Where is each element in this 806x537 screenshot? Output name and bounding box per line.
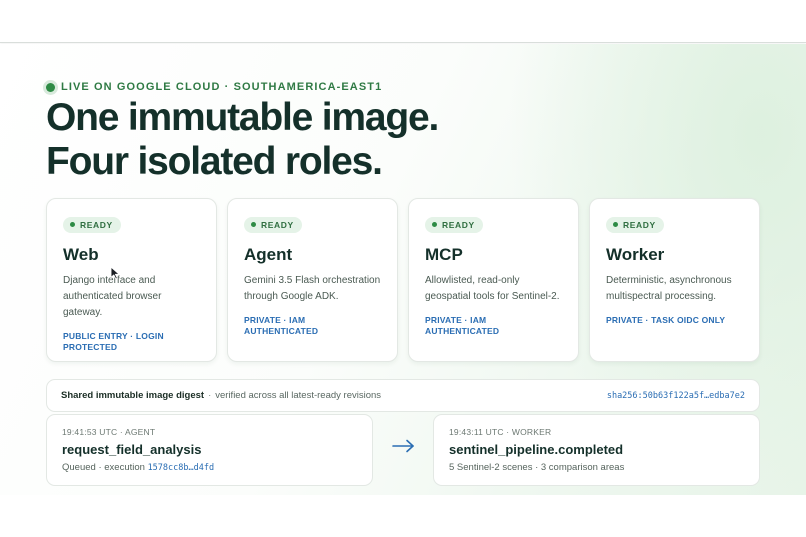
role-cards: READY Web Django interface and authentic…	[46, 198, 760, 362]
status-badge: READY	[606, 216, 664, 233]
headline-line-1: One immutable image.	[46, 96, 439, 139]
role-card-web[interactable]: READY Web Django interface and authentic…	[46, 198, 217, 362]
execution-id-link[interactable]: 1578cc8b…d4fd	[148, 463, 215, 473]
digest-separator: ·	[208, 390, 212, 401]
live-status-dot-icon	[46, 82, 55, 92]
status-badge: READY	[244, 216, 302, 233]
role-description: Gemini 3.5 Flash orchestration through G…	[244, 274, 381, 302]
event-name: request_field_analysis	[62, 442, 202, 457]
headline-line-2: Four isolated roles.	[46, 140, 383, 183]
status-badge-label: READY	[442, 219, 475, 230]
role-title: Worker	[606, 244, 665, 264]
role-title: Agent	[244, 244, 293, 264]
status-badge-label: READY	[623, 219, 656, 230]
digest-label: Shared immutable image digest	[61, 390, 205, 401]
deployment-region-label: LIVE ON GOOGLE CLOUD · SOUTHAMERICA-EAST…	[61, 81, 383, 93]
digest-note: verified across all latest-ready revisio…	[215, 390, 382, 401]
role-card-worker[interactable]: READY Worker Deterministic, asynchronous…	[589, 198, 760, 362]
worker-event-card[interactable]: 19:43:11 UTC · WORKER sentinel_pipeline.…	[433, 414, 760, 486]
role-access-label: PRIVATE · TASK OIDC ONLY	[606, 314, 726, 325]
status-badge: READY	[425, 216, 483, 233]
role-access-label: PRIVATE · IAM AUTHENTICATED	[244, 314, 319, 336]
top-navigation-bar	[0, 0, 806, 43]
role-card-mcp[interactable]: READY MCP Allowlisted, read-only geospat…	[408, 198, 579, 362]
ready-dot-icon	[251, 222, 256, 227]
agent-event-card[interactable]: 19:41:53 UTC · AGENT request_field_analy…	[46, 414, 373, 486]
digest-hash[interactable]: sha256:50b63f122a5f…edba7e2	[607, 391, 745, 401]
role-title: Web	[63, 244, 99, 264]
deployment-status: LIVE ON GOOGLE CLOUD · SOUTHAMERICA-EAST…	[46, 81, 382, 93]
role-description: Django interface and authenticated brows…	[63, 274, 162, 318]
status-badge-label: READY	[80, 219, 113, 230]
page-headline: One immutable image. Four isolated roles…	[46, 96, 439, 184]
event-detail: 5 Sentinel-2 scenes · 3 comparison areas	[449, 462, 625, 473]
event-name: sentinel_pipeline.completed	[449, 442, 624, 457]
ready-dot-icon	[613, 222, 618, 227]
event-detail-status: Queued · execution	[62, 462, 145, 473]
event-meta: 19:41:53 UTC · AGENT	[62, 427, 156, 437]
mouse-cursor-icon	[110, 266, 120, 280]
ready-dot-icon	[70, 222, 75, 227]
role-description: Allowlisted, read-only geospatial tools …	[425, 274, 560, 302]
arrow-right-icon	[392, 439, 414, 453]
role-card-agent[interactable]: READY Agent Gemini 3.5 Flash orchestrati…	[227, 198, 398, 362]
status-badge-label: READY	[261, 219, 294, 230]
role-title: MCP	[425, 244, 463, 264]
role-access-label: PRIVATE · IAM AUTHENTICATED	[425, 314, 500, 336]
ready-dot-icon	[432, 222, 437, 227]
event-meta: 19:43:11 UTC · WORKER	[449, 427, 552, 437]
image-digest-bar: Shared immutable image digest · verified…	[46, 379, 760, 412]
role-description: Deterministic, asynchronous multispectra…	[606, 274, 732, 302]
status-badge: READY	[63, 216, 121, 233]
role-access-label: PUBLIC ENTRY · LOGIN PROTECTED	[63, 330, 164, 352]
event-detail: Queued · execution 1578cc8b…d4fd	[62, 462, 357, 473]
